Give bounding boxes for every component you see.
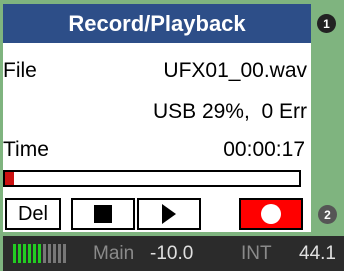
meter-segment-on [28, 244, 31, 263]
meter-segment-on [23, 244, 26, 263]
meter-segment-on [13, 244, 16, 263]
meter-segment-on [18, 244, 21, 263]
callout-badge-2: 2 [318, 205, 337, 224]
file-label: File [3, 59, 37, 82]
stop-icon [94, 205, 112, 223]
page-title: Record/Playback [3, 4, 311, 43]
file-name-value: UFX01_00.wav [163, 59, 307, 82]
transport-toolbar: Del [3, 196, 311, 232]
status-bar: Main -10.0 INT 44.1 [3, 236, 344, 271]
play-icon [162, 204, 176, 224]
status-clock-source: INT [241, 243, 272, 264]
info-panel: File UFX01_00.wav USB 29%, 0 Err Time 00… [3, 43, 311, 196]
meter-segment-off [43, 244, 46, 263]
level-meter [13, 244, 66, 263]
meter-segment-off [58, 244, 61, 263]
meter-segment-on [38, 244, 41, 263]
delete-button[interactable]: Del [5, 198, 61, 230]
record-icon [261, 204, 281, 224]
stop-button[interactable] [71, 198, 135, 230]
progress-bar [3, 170, 301, 187]
play-button[interactable] [137, 198, 201, 230]
time-value: 00:00:17 [223, 138, 305, 161]
progress-fill [5, 172, 14, 185]
status-sample-rate: 44.1 [299, 243, 336, 264]
usb-status-value: USB 29%, 0 Err [152, 100, 307, 123]
callout-badge-1: 1 [317, 14, 336, 33]
meter-segment-off [48, 244, 51, 263]
record-button[interactable] [239, 198, 303, 230]
status-main-label: Main [93, 243, 135, 264]
time-label: Time [3, 138, 49, 161]
status-level-value: -10.0 [150, 243, 194, 264]
meter-segment-off [63, 244, 66, 263]
meter-segment-on [33, 244, 36, 263]
meter-segment-off [53, 244, 56, 263]
